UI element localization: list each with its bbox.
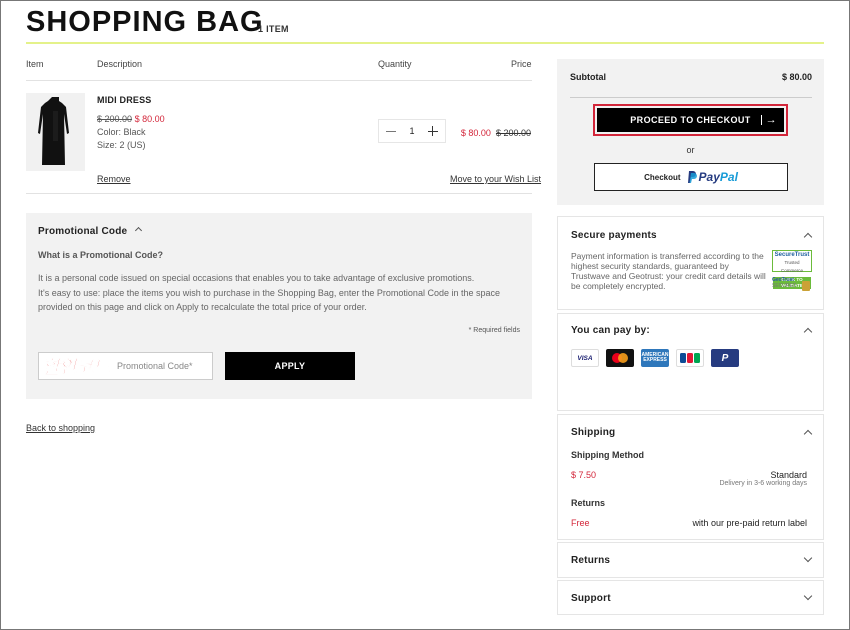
row-original-price: $ 200.00 [495, 128, 531, 138]
promo-code-input[interactable] [38, 352, 213, 380]
shipping-title[interactable]: Shipping [571, 427, 615, 438]
promo-text-line-2: It's easy to use: place the items you wi… [38, 288, 500, 298]
row-price: $ 80.00 $ 200.00 [461, 128, 531, 138]
subtotal-value: $ 80.00 [781, 72, 812, 82]
row-sale-price: $ 80.00 [460, 128, 491, 138]
paypal-logo: Pay Pal [687, 170, 738, 184]
back-to-shopping-link[interactable]: Back to shopping [26, 423, 95, 433]
product-color: Color: Black [97, 127, 146, 137]
quantity-value[interactable]: 1 [409, 126, 414, 136]
payment-logos: VISA AMERICAN EXPRESS P [571, 349, 739, 367]
item-count: 1 ITEM [258, 24, 289, 34]
geotrust-badge[interactable]: GeoTrust SECURED [772, 277, 810, 297]
paypal-brand-pay: Pay [698, 170, 720, 184]
promo-code-question: What is a Promotional Code? [38, 250, 164, 260]
table-header-divider [26, 80, 532, 81]
chevron-up-icon [135, 226, 143, 235]
title-divider [26, 42, 824, 44]
paypal-checkout-label: Checkout [644, 172, 681, 182]
promo-text-line-3: provided on this page and click on Apply… [38, 302, 367, 312]
amex-label: AMERICAN EXPRESS [641, 352, 669, 363]
checkout-separator [761, 115, 762, 125]
returns-label: Returns [571, 498, 606, 508]
shipping-card: Shipping Shipping Method $ 7.50 Standard… [557, 414, 824, 540]
required-fields-note: * Required fields [468, 327, 520, 334]
shipping-method-name: Standard [770, 470, 807, 480]
paypal-brand-pal: Pal [719, 170, 738, 184]
geotrust-sub: SECURED [772, 283, 797, 289]
jcb-logo [680, 353, 700, 363]
secure-payments-text: Payment information is transferred accor… [571, 251, 766, 291]
promo-code-toggle[interactable]: Promotional Code [38, 226, 143, 237]
mastercard-icon [606, 349, 634, 367]
proceed-to-checkout-button[interactable]: PROCEED TO CHECKOUT → [597, 108, 784, 132]
decrease-quantity-button[interactable] [385, 125, 397, 137]
paypal-checkout-button[interactable]: Checkout Pay Pal [594, 163, 788, 191]
returns-card-title[interactable]: Returns [571, 555, 610, 566]
column-header-description: Description [97, 59, 143, 69]
paypal-p-icon [687, 171, 697, 183]
secure-payments-card: Secure payments Payment information is t… [557, 216, 824, 310]
secure-payments-title[interactable]: Secure payments [571, 230, 657, 241]
payment-methods-card: You can pay by: VISA AMERICAN EXPRESS P [557, 313, 824, 411]
apply-button[interactable]: APPLY [225, 352, 355, 380]
summary-divider [570, 97, 812, 98]
subtotal-label: Subtotal [570, 72, 606, 82]
securetrust-sub: Trusted Commerce [780, 260, 803, 273]
product-image[interactable] [26, 93, 85, 171]
product-original-price: $ 200.00 [97, 114, 133, 124]
chevron-up-icon[interactable] [803, 327, 813, 337]
promo-code-panel: Promotional Code What is a Promotional C… [26, 213, 532, 399]
column-header-quantity: Quantity [378, 59, 412, 69]
quantity-stepper: 1 [378, 119, 446, 143]
securetrust-badge[interactable]: SecureTrust Trusted Commerce CLICK TO VA… [772, 250, 812, 289]
checkout-label: PROCEED TO CHECKOUT [630, 115, 751, 125]
chevron-down-icon[interactable] [803, 553, 813, 563]
visa-icon: VISA [571, 349, 599, 367]
product-prices: $ 200.00 $ 80.00 [97, 114, 165, 124]
paypal-icon: P [711, 349, 739, 367]
product-row-divider [26, 193, 532, 194]
securetrust-title: SecureTrust [774, 252, 810, 258]
column-header-price: Price [511, 59, 532, 69]
dress-image [38, 97, 69, 165]
remove-link[interactable]: Remove [97, 174, 131, 184]
arrow-right-icon: → [765, 114, 777, 126]
returns-price: Free [571, 518, 590, 528]
chevron-up-icon[interactable] [803, 429, 813, 439]
shipping-method-note: Delivery in 3-6 working days [719, 480, 807, 487]
chevron-up-icon[interactable] [803, 232, 813, 242]
product-sale-price: $ 80.00 [134, 114, 165, 124]
support-card-title[interactable]: Support [571, 593, 611, 604]
order-summary: Subtotal $ 80.00 PROCEED TO CHECKOUT → o… [557, 59, 824, 205]
returns-note: with our pre-paid return label [692, 518, 807, 528]
lock-icon [802, 281, 810, 291]
checkout-highlight: PROCEED TO CHECKOUT → [593, 104, 788, 136]
payment-methods-title[interactable]: You can pay by: [571, 325, 650, 336]
chevron-down-icon[interactable] [803, 591, 813, 601]
move-to-wishlist-link[interactable]: Move to your Wish List [450, 174, 541, 184]
shipping-method-price: $ 7.50 [571, 470, 597, 480]
increase-quantity-button[interactable] [427, 125, 439, 137]
shipping-method-label: Shipping Method [571, 450, 644, 460]
product-name[interactable]: MIDI DRESS [97, 95, 152, 105]
page-title: SHOPPING BAG [26, 6, 264, 38]
support-card[interactable]: Support [557, 580, 824, 615]
jcb-icon [676, 349, 704, 367]
promo-text-line-1: It is a personal code issued on special … [38, 273, 475, 283]
promo-code-header: Promotional Code [38, 226, 128, 237]
amex-icon: AMERICAN EXPRESS [641, 349, 669, 367]
or-label: or [686, 145, 695, 155]
product-size: Size: 2 (US) [97, 140, 146, 150]
column-header-item: Item [26, 59, 44, 69]
returns-card[interactable]: Returns [557, 542, 824, 578]
